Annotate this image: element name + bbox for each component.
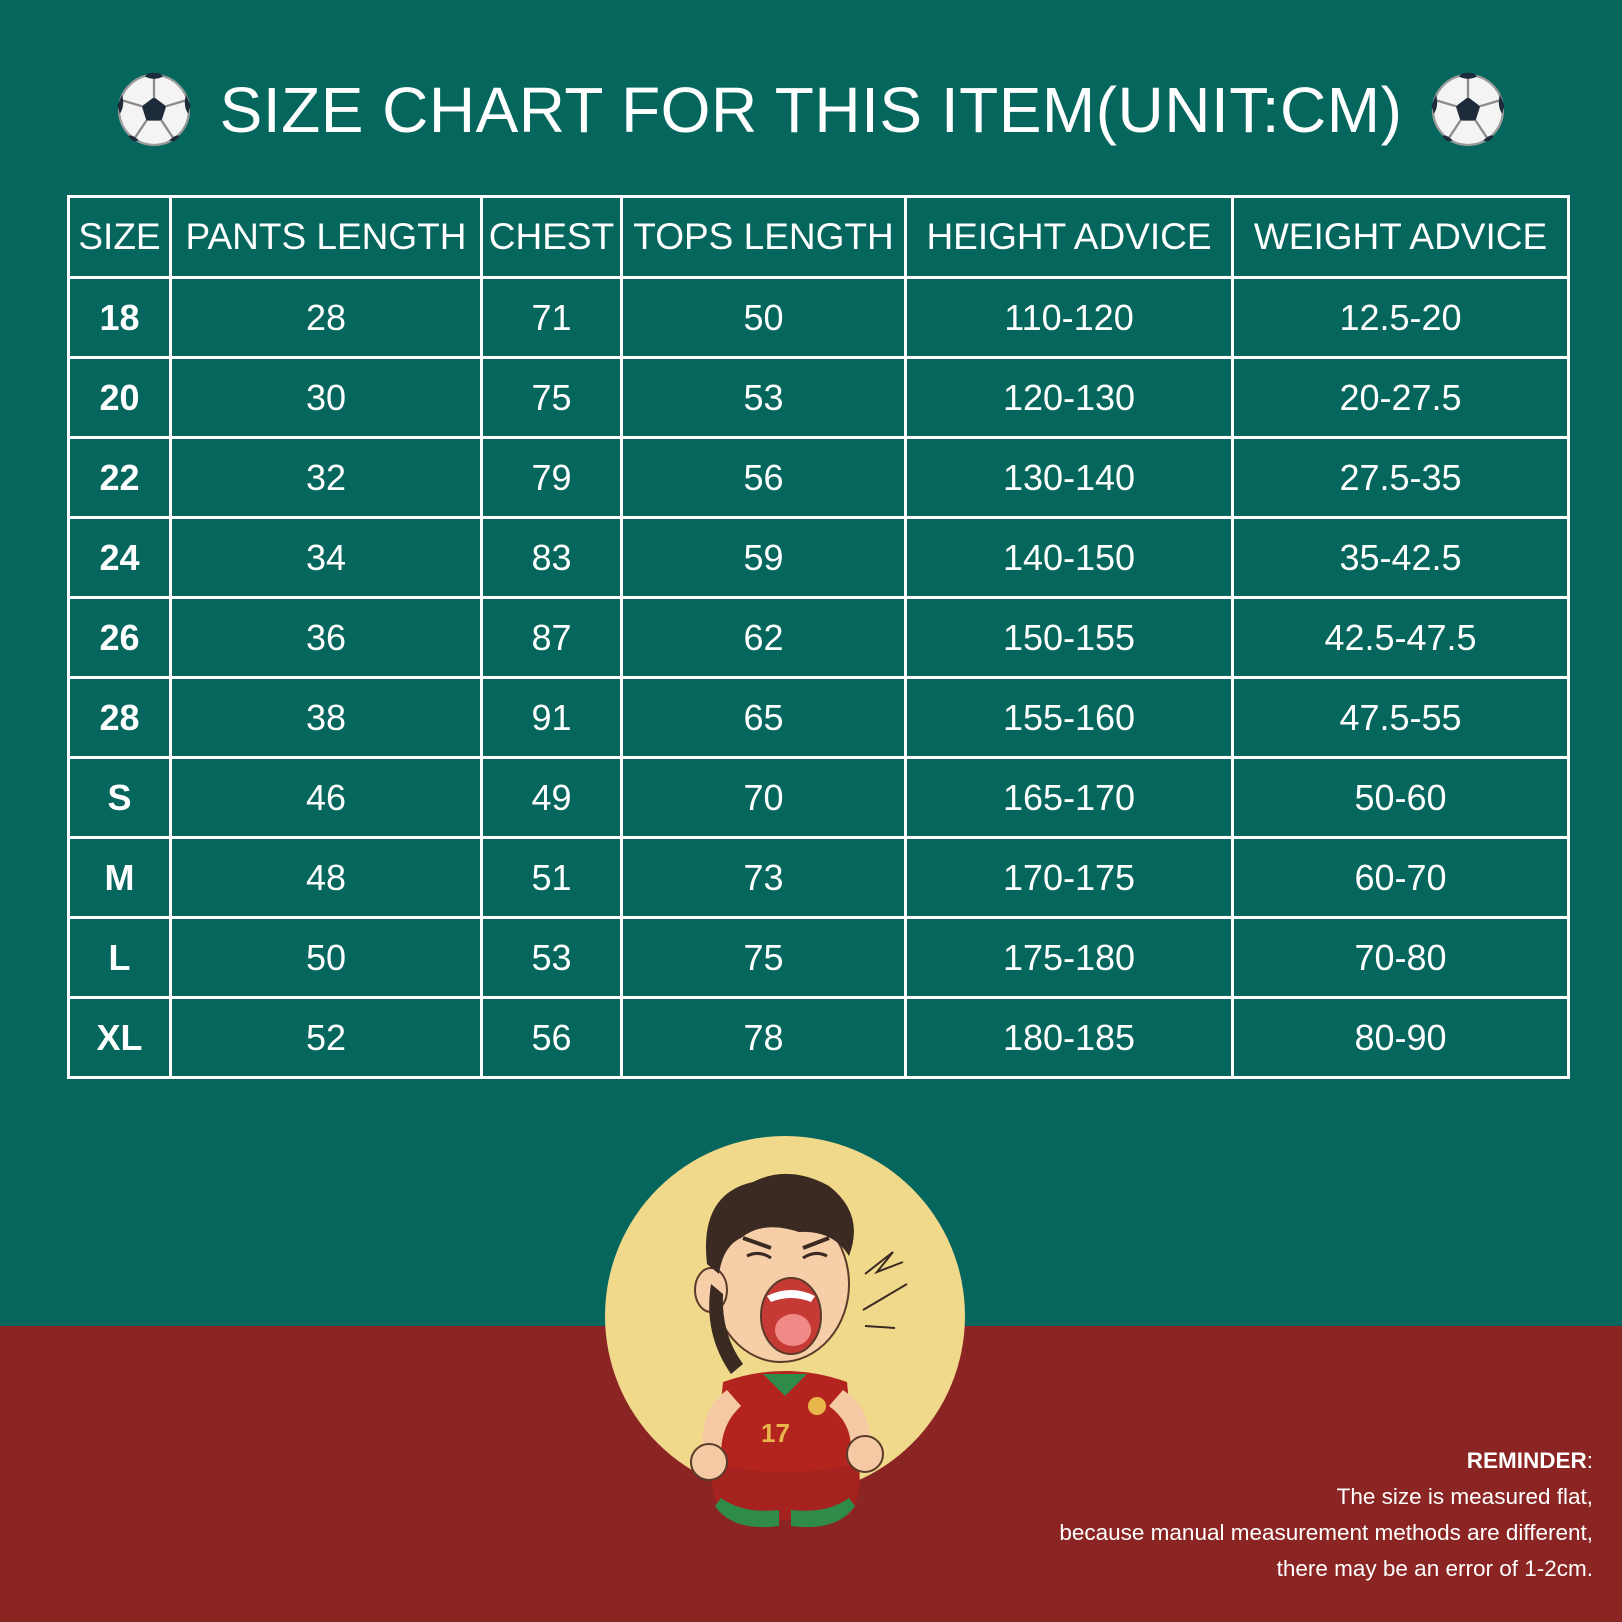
tops-length-cell: 65 bbox=[620, 676, 907, 759]
tops-length-cell: 70 bbox=[620, 756, 907, 839]
header-weight-advice: WEIGHT ADVICE bbox=[1231, 195, 1570, 279]
pants-length-cell: 52 bbox=[169, 996, 483, 1079]
size-cell: L bbox=[67, 916, 172, 999]
weight-advice-cell: 20-27.5 bbox=[1231, 356, 1570, 439]
size-cell: 22 bbox=[67, 436, 172, 519]
reminder-colon: : bbox=[1586, 1448, 1593, 1473]
tops-length-cell: 50 bbox=[620, 276, 907, 359]
pants-length-cell: 46 bbox=[169, 756, 483, 839]
tops-length-cell: 59 bbox=[620, 516, 907, 599]
table-row: 26 36 87 62 150-155 42.5-47.5 bbox=[67, 596, 1570, 679]
table-row: 20 30 75 53 120-130 20-27.5 bbox=[67, 356, 1570, 439]
table-row: 24 34 83 59 140-150 35-42.5 bbox=[67, 516, 1570, 599]
height-advice-cell: 155-160 bbox=[904, 676, 1234, 759]
tops-length-cell: 73 bbox=[620, 836, 907, 919]
height-advice-cell: 150-155 bbox=[904, 596, 1234, 679]
pants-length-cell: 28 bbox=[169, 276, 483, 359]
chest-cell: 71 bbox=[480, 276, 623, 359]
height-advice-cell: 165-170 bbox=[904, 756, 1234, 839]
size-cell: 20 bbox=[67, 356, 172, 439]
size-cell: XL bbox=[67, 996, 172, 1079]
weight-advice-cell: 70-80 bbox=[1231, 916, 1570, 999]
table-row: 22 32 79 56 130-140 27.5-35 bbox=[67, 436, 1570, 519]
header-chest: CHEST bbox=[480, 195, 623, 279]
size-cell: 28 bbox=[67, 676, 172, 759]
height-advice-cell: 175-180 bbox=[904, 916, 1234, 999]
height-advice-cell: 110-120 bbox=[904, 276, 1234, 359]
height-advice-cell: 130-140 bbox=[904, 436, 1234, 519]
table-header-row: SIZE PANTS LENGTH CHEST TOPS LENGTH HEIG… bbox=[67, 195, 1570, 279]
tops-length-cell: 53 bbox=[620, 356, 907, 439]
header-tops-length: TOPS LENGTH bbox=[620, 195, 907, 279]
jersey-number: 17 bbox=[761, 1418, 790, 1448]
weight-advice-cell: 27.5-35 bbox=[1231, 436, 1570, 519]
table-row: XL 52 56 78 180-185 80-90 bbox=[67, 996, 1570, 1079]
table-row: S 46 49 70 165-170 50-60 bbox=[67, 756, 1570, 839]
height-advice-cell: 180-185 bbox=[904, 996, 1234, 1079]
size-cell: M bbox=[67, 836, 172, 919]
table-row: 18 28 71 50 110-120 12.5-20 bbox=[67, 276, 1570, 359]
pants-length-cell: 34 bbox=[169, 516, 483, 599]
chest-cell: 87 bbox=[480, 596, 623, 679]
chest-cell: 56 bbox=[480, 996, 623, 1079]
pants-length-cell: 36 bbox=[169, 596, 483, 679]
height-advice-cell: 120-130 bbox=[904, 356, 1234, 439]
weight-advice-cell: 42.5-47.5 bbox=[1231, 596, 1570, 679]
chest-cell: 79 bbox=[480, 436, 623, 519]
weight-advice-cell: 47.5-55 bbox=[1231, 676, 1570, 759]
tops-length-cell: 75 bbox=[620, 916, 907, 999]
size-cell: 26 bbox=[67, 596, 172, 679]
chest-cell: 53 bbox=[480, 916, 623, 999]
header-size: SIZE bbox=[67, 195, 172, 279]
header-height-advice: HEIGHT ADVICE bbox=[904, 195, 1234, 279]
weight-advice-cell: 12.5-20 bbox=[1231, 276, 1570, 359]
page-title: SIZE CHART FOR THIS ITEM(UNIT:CM) bbox=[219, 74, 1403, 146]
reminder-line: The size is measured flat, bbox=[1336, 1484, 1593, 1509]
table-row: L 50 53 75 175-180 70-80 bbox=[67, 916, 1570, 999]
size-cell: S bbox=[67, 756, 172, 839]
weight-advice-cell: 80-90 bbox=[1231, 996, 1570, 1079]
table-row: M 48 51 73 170-175 60-70 bbox=[67, 836, 1570, 919]
chest-cell: 49 bbox=[480, 756, 623, 839]
reminder-note: REMINDER: The size is measured flat, bec… bbox=[793, 1443, 1593, 1587]
header-pants-length: PANTS LENGTH bbox=[169, 195, 483, 279]
size-chart-table: SIZE PANTS LENGTH CHEST TOPS LENGTH HEIG… bbox=[67, 195, 1570, 1079]
table-row: 28 38 91 65 155-160 47.5-55 bbox=[67, 676, 1570, 759]
weight-advice-cell: 50-60 bbox=[1231, 756, 1570, 839]
tops-length-cell: 56 bbox=[620, 436, 907, 519]
reminder-heading: REMINDER: bbox=[793, 1443, 1593, 1479]
weight-advice-cell: 35-42.5 bbox=[1231, 516, 1570, 599]
soccer-ball-icon bbox=[1431, 72, 1505, 147]
pants-length-cell: 38 bbox=[169, 676, 483, 759]
height-advice-cell: 170-175 bbox=[904, 836, 1234, 919]
reminder-line: because manual measurement methods are d… bbox=[1059, 1520, 1593, 1545]
chest-cell: 91 bbox=[480, 676, 623, 759]
chest-cell: 83 bbox=[480, 516, 623, 599]
size-cell: 18 bbox=[67, 276, 172, 359]
height-advice-cell: 140-150 bbox=[904, 516, 1234, 599]
chest-cell: 51 bbox=[480, 836, 623, 919]
weight-advice-cell: 60-70 bbox=[1231, 836, 1570, 919]
reminder-title: REMINDER bbox=[1466, 1448, 1587, 1473]
tops-length-cell: 78 bbox=[620, 996, 907, 1079]
pants-length-cell: 50 bbox=[169, 916, 483, 999]
title-row: SIZE CHART FOR THIS ITEM(UNIT:CM) bbox=[0, 62, 1622, 158]
reminder-line: there may be an error of 1-2cm. bbox=[1276, 1556, 1593, 1581]
pants-length-cell: 48 bbox=[169, 836, 483, 919]
pants-length-cell: 30 bbox=[169, 356, 483, 439]
pants-length-cell: 32 bbox=[169, 436, 483, 519]
chest-cell: 75 bbox=[480, 356, 623, 439]
tops-length-cell: 62 bbox=[620, 596, 907, 679]
soccer-ball-icon bbox=[117, 72, 191, 147]
size-cell: 24 bbox=[67, 516, 172, 599]
